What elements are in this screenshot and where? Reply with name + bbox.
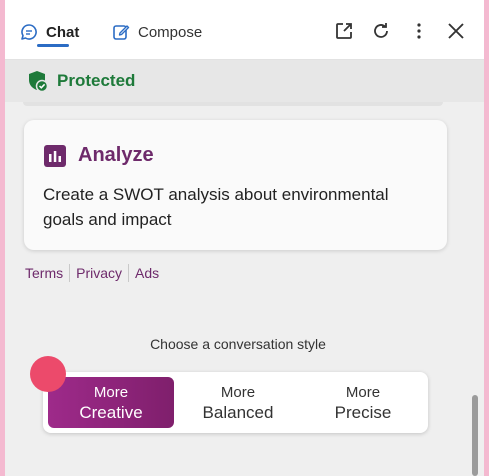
style-creative-line1: More	[93, 383, 129, 401]
card-title: Analyze	[78, 144, 154, 166]
divider	[69, 264, 71, 282]
style-precise-button[interactable]: More Precise	[300, 377, 426, 428]
scrollbar-thumb[interactable]	[472, 395, 478, 476]
terms-link[interactable]: Terms	[25, 265, 63, 281]
open-new-window-button[interactable]	[333, 20, 355, 42]
divider	[128, 264, 130, 282]
active-tab-indicator	[37, 44, 69, 47]
tab-compose-label: Compose	[138, 23, 203, 41]
close-button[interactable]	[445, 20, 467, 42]
more-options-icon	[417, 23, 421, 39]
card-header: Analyze	[44, 144, 154, 167]
close-icon	[448, 23, 464, 39]
chat-icon	[21, 24, 37, 40]
more-options-button[interactable]	[408, 20, 430, 42]
style-balanced-line1: More	[220, 383, 256, 401]
cursor-indicator-dot	[30, 356, 66, 392]
shield-check-icon	[29, 71, 49, 92]
card-body: Create a SWOT analysis about environment…	[43, 185, 389, 229]
style-creative-button[interactable]: More Creative	[48, 377, 174, 428]
protected-label: Protected	[57, 71, 136, 90]
protected-status-bar: Protected	[5, 60, 484, 102]
tab-chat[interactable]: Chat	[20, 20, 79, 44]
suggestion-card[interactable]: Analyze Create a SWOT analysis about env…	[24, 120, 447, 250]
chart-icon	[44, 144, 66, 167]
style-precise-line1: More	[345, 383, 381, 401]
compose-icon	[113, 25, 130, 40]
style-balanced-button[interactable]: More Balanced	[175, 377, 301, 428]
refresh-icon	[374, 23, 388, 38]
tab-compose[interactable]: Compose	[112, 20, 202, 44]
tab-chat-label: Chat	[46, 23, 80, 41]
privacy-link[interactable]: Privacy	[76, 265, 122, 281]
top-bar: Chat Compose	[5, 0, 484, 60]
footer-links: Terms Privacy Ads	[25, 264, 159, 282]
style-precise-line2: Precise	[334, 402, 392, 422]
style-balanced-line2: Balanced	[202, 402, 274, 422]
sidebar-panel: Chat Compose Protected Analyze Create a …	[5, 0, 484, 476]
conversation-style-selector: More Creative More Balanced More Precise	[43, 372, 428, 433]
open-new-window-icon	[336, 23, 352, 39]
message-edge	[23, 102, 443, 106]
style-creative-line2: Creative	[79, 402, 143, 422]
conversation-style-heading: Choose a conversation style	[150, 336, 326, 352]
refresh-button[interactable]	[370, 20, 392, 42]
ads-link[interactable]: Ads	[135, 265, 159, 281]
